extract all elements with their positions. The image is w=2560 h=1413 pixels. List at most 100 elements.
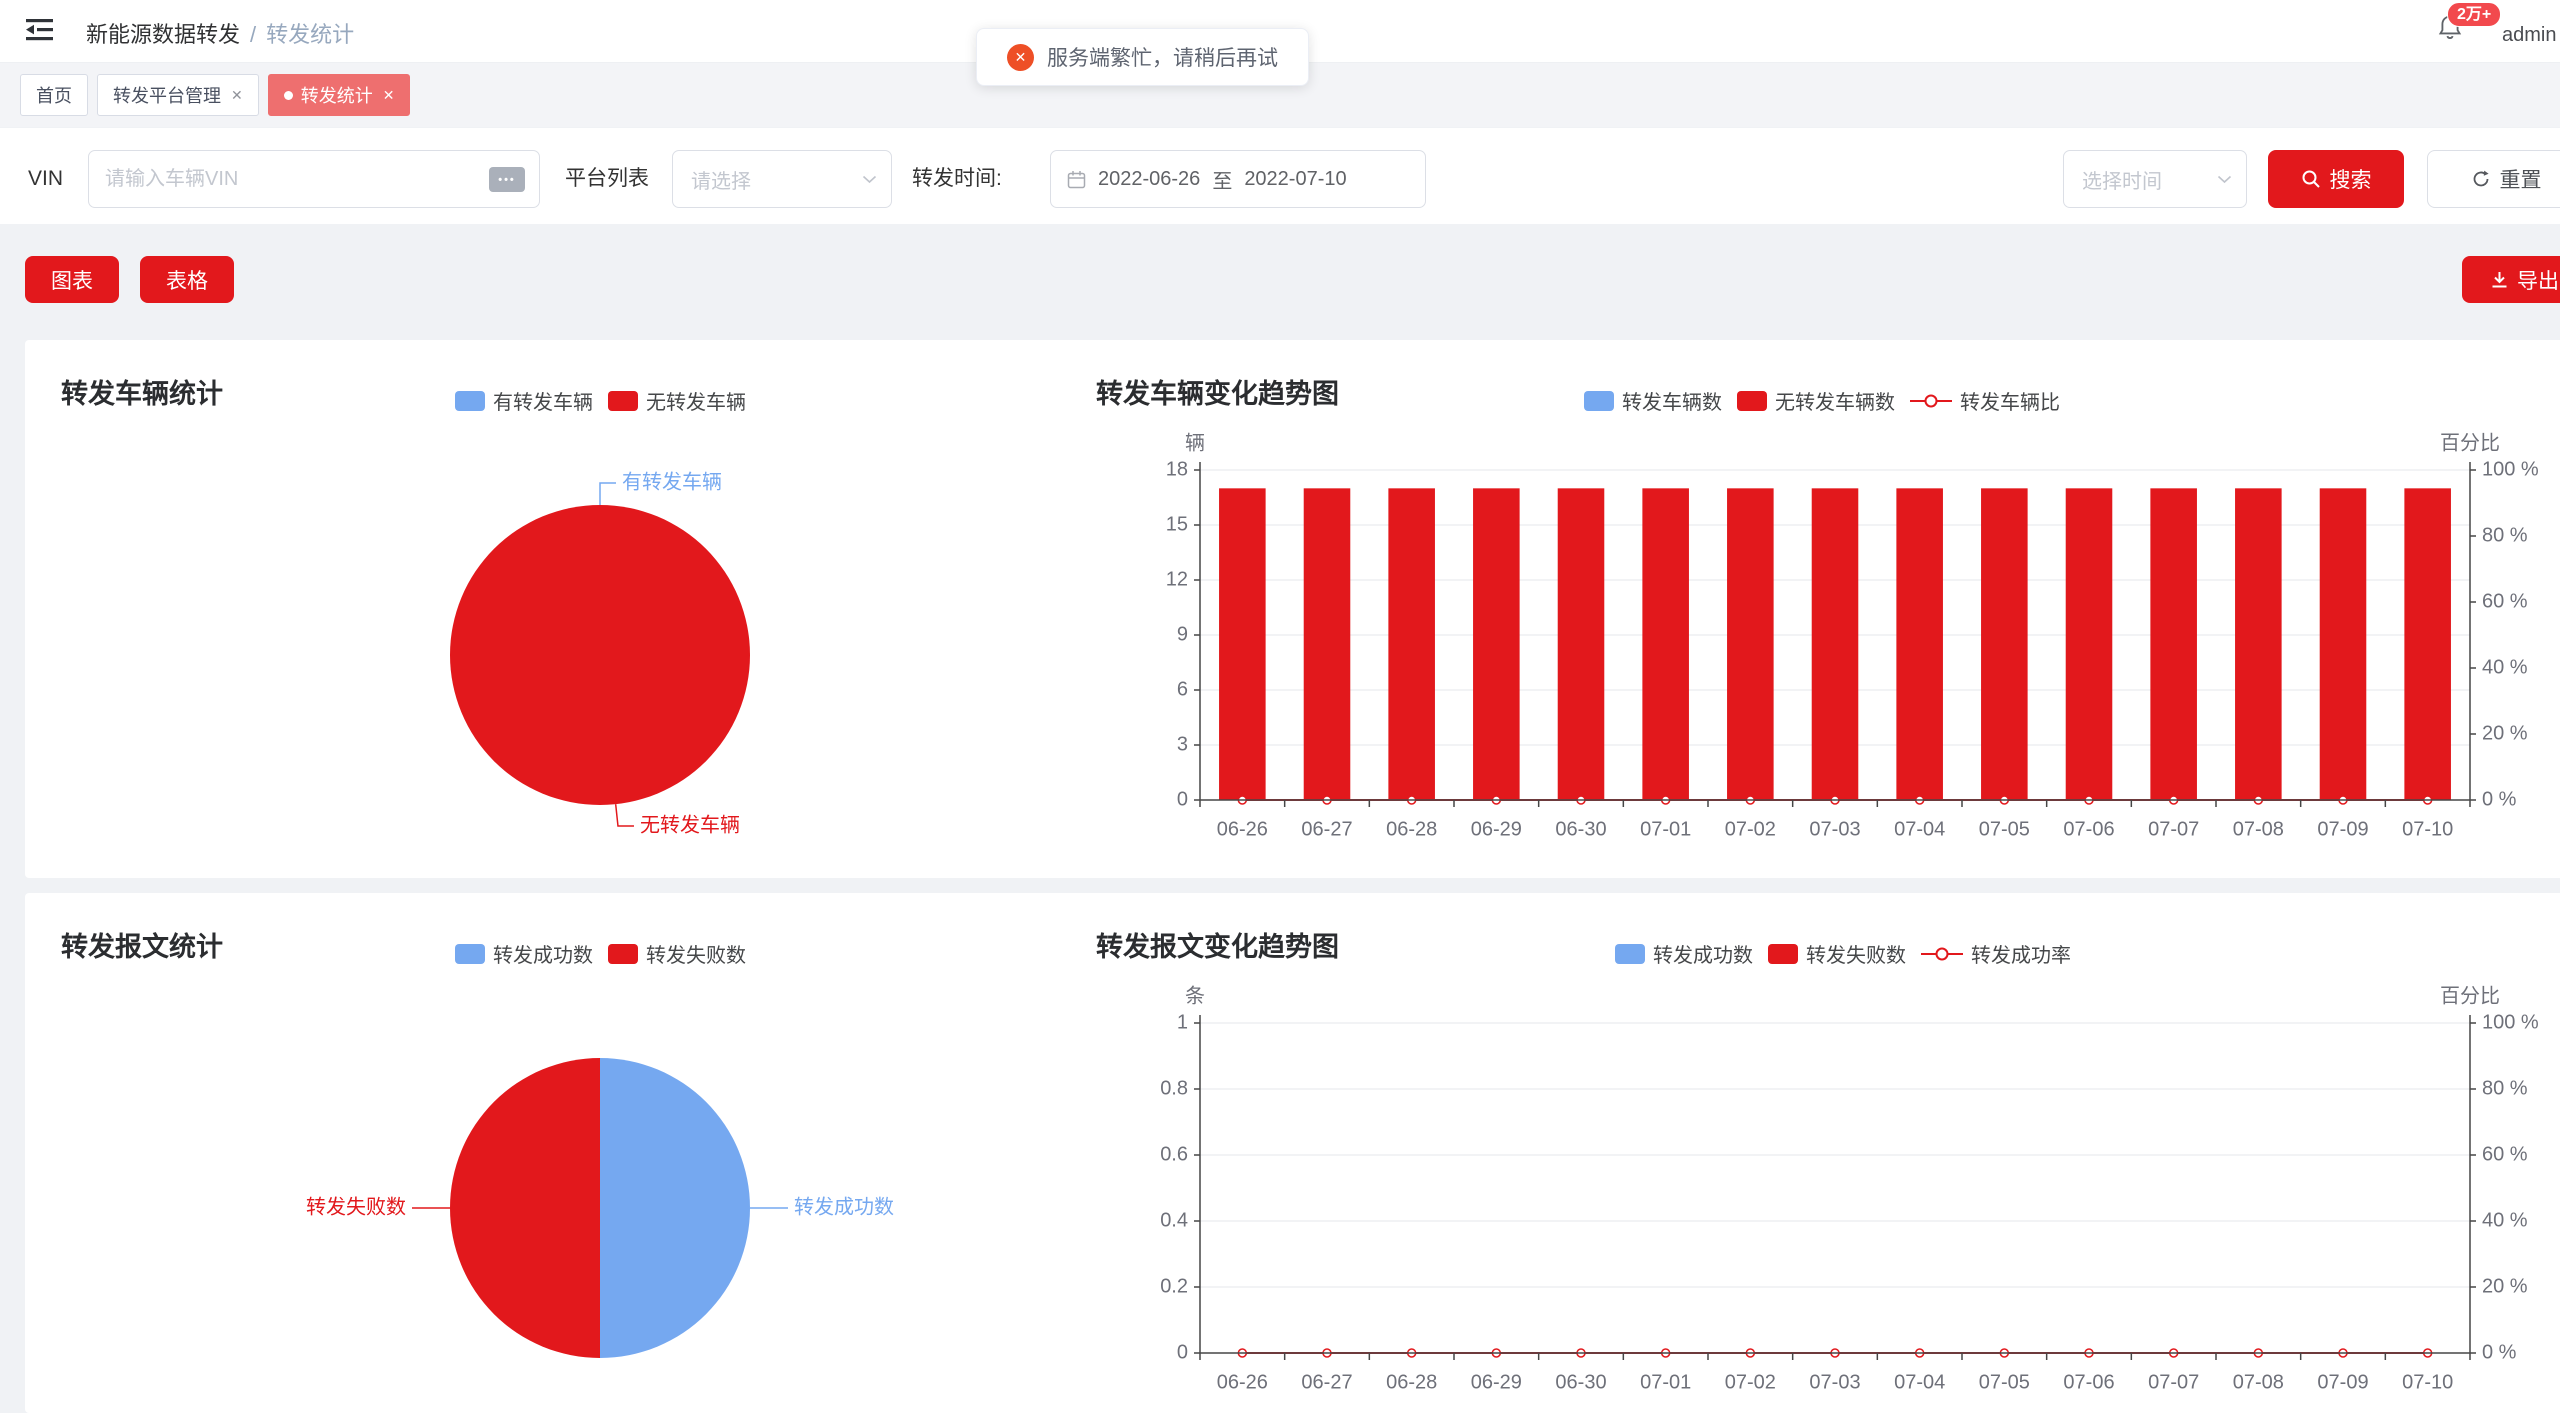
vin-input[interactable] [89,168,539,191]
close-icon[interactable]: ✕ [383,87,395,104]
legend-item[interactable]: 无转发车辆 [608,386,746,415]
svg-text:80 %: 80 % [2482,1077,2528,1099]
legend-line-symbol [1921,946,1963,962]
vin-label: VIN [28,150,63,208]
legend-label: 无转发车辆数 [1775,386,1895,415]
date-range-picker[interactable]: 2022-06-26 至 2022-07-10 [1050,150,1426,208]
message-pie-chart[interactable]: 转发成功数转发失败数 [25,983,1085,1413]
date-start[interactable]: 2022-06-26 [1098,168,1200,191]
svg-text:07-08: 07-08 [2233,1371,2284,1393]
notification-badge[interactable]: 2万+ [2447,2,2501,27]
svg-text:无转发车辆: 无转发车辆 [640,813,740,836]
date-separator: 至 [1212,165,1232,194]
chevron-down-icon [2217,175,2232,184]
svg-text:07-05: 07-05 [1979,1371,2030,1393]
breadcrumb-section[interactable]: 新能源数据转发 [86,22,240,47]
search-button[interactable]: 搜索 [2268,150,2404,208]
vin-input-box: ••• [88,150,540,208]
quick-time-select[interactable]: 选择时间 [2063,150,2247,208]
svg-text:9: 9 [1177,623,1188,645]
svg-text:100 %: 100 % [2482,458,2539,480]
svg-text:06-27: 06-27 [1301,1371,1352,1393]
legend-item[interactable]: 转发成功数 [1615,939,1753,968]
table-view-label: 表格 [166,265,208,295]
svg-text:07-09: 07-09 [2317,818,2368,840]
message-trend-chart[interactable]: 00.20.40.60.810 %20 %40 %60 %80 %100 %06… [1085,983,2560,1413]
user-menu[interactable]: admin [2502,24,2556,47]
svg-text:100 %: 100 % [2482,1011,2539,1033]
svg-text:06-28: 06-28 [1386,818,1437,840]
legend-swatch [608,391,638,411]
reset-label: 重置 [2500,164,2542,194]
svg-text:07-10: 07-10 [2402,818,2453,840]
svg-text:07-06: 07-06 [2063,1371,2114,1393]
breadcrumb-current: 转发统计 [266,22,354,47]
export-button[interactable]: 导出 [2462,256,2560,303]
date-end[interactable]: 2022-07-10 [1244,168,1346,191]
svg-text:07-07: 07-07 [2148,818,2199,840]
forward-time-label: 转发时间: [912,150,1002,208]
svg-text:80 %: 80 % [2482,524,2528,546]
svg-text:0: 0 [1177,1341,1188,1363]
legend-item[interactable]: 转发失败数 [1768,939,1906,968]
error-icon: ✕ [1007,44,1034,71]
legend-swatch [1584,391,1614,411]
search-icon [2301,169,2321,189]
quick-time-placeholder: 选择时间 [2064,165,2217,194]
vehicle-trend-chart[interactable]: 03691215180 %20 %40 %60 %80 %100 %06-260… [1085,430,2560,878]
legend-swatch [1615,944,1645,964]
platform-placeholder: 请选择 [673,165,862,194]
close-icon[interactable]: ✕ [231,87,243,104]
svg-text:06-26: 06-26 [1217,1371,1268,1393]
platform-select[interactable]: 请选择 [672,150,892,208]
svg-text:07-02: 07-02 [1725,1371,1776,1393]
svg-text:条: 条 [1185,984,1205,1007]
svg-text:07-01: 07-01 [1640,1371,1691,1393]
svg-text:07-04: 07-04 [1894,818,1945,840]
legend-label: 转发车辆数 [1622,386,1722,415]
menu-fold-icon[interactable] [26,18,54,42]
legend-item[interactable]: 转发车辆比 [1910,386,2060,415]
svg-text:百分比: 百分比 [2440,431,2500,454]
svg-text:07-09: 07-09 [2317,1371,2368,1393]
reset-button[interactable]: 重置 [2427,150,2560,208]
breadcrumb-separator: / [250,22,256,47]
platform-label: 平台列表 [565,150,649,208]
table-view-button[interactable]: 表格 [140,256,234,303]
legend-message-trend: 转发成功数转发失败数 转发成功率 [1615,939,2071,968]
legend-swatch [455,391,485,411]
chart-view-button[interactable]: 图表 [25,256,119,303]
svg-text:06-29: 06-29 [1471,818,1522,840]
export-label: 导出 [2517,265,2559,295]
tab-forward-stats[interactable]: 转发统计 ✕ [268,74,411,116]
chevron-down-icon [862,175,877,184]
tab-platform-manage[interactable]: 转发平台管理 ✕ [97,74,259,116]
tab-label: 转发平台管理 [113,82,221,108]
legend-label: 有转发车辆 [493,386,593,415]
svg-text:06-28: 06-28 [1386,1371,1437,1393]
legend-vehicle-trend: 转发车辆数 无转发车辆数转发车辆比 [1584,386,2060,415]
svg-text:07-05: 07-05 [1979,818,2030,840]
legend-item[interactable]: 转发成功率 [1921,939,2071,968]
svg-text:0.6: 0.6 [1160,1143,1188,1165]
svg-text:转发失败数: 转发失败数 [306,1195,406,1218]
legend-line-symbol [1910,393,1952,409]
keyboard-icon[interactable]: ••• [489,167,525,192]
legend-item[interactable]: 转发车辆数 [1584,386,1722,415]
legend-item[interactable]: 转发成功数 [455,939,593,968]
svg-text:07-04: 07-04 [1894,1371,1945,1393]
chart-title-message-trend: 转发报文变化趋势图 [1096,925,1339,964]
legend-message-pie: 转发成功数转发失败数 [455,939,746,968]
vehicle-pie-chart[interactable]: 有转发车辆无转发车辆 [25,430,1085,870]
active-dot [284,91,293,100]
legend-vehicle-pie: 有转发车辆无转发车辆 [455,386,746,415]
legend-item[interactable]: 有转发车辆 [455,386,593,415]
legend-item[interactable]: 无转发车辆数 [1737,386,1895,415]
legend-label: 转发成功率 [1971,939,2071,968]
svg-text:07-03: 07-03 [1809,1371,1860,1393]
legend-item[interactable]: 转发失败数 [608,939,746,968]
chart-view-label: 图表 [51,265,93,295]
chart-title-message-pie: 转发报文统计 [61,925,223,964]
tab-label: 首页 [36,82,72,108]
tab-home[interactable]: 首页 [20,74,88,116]
